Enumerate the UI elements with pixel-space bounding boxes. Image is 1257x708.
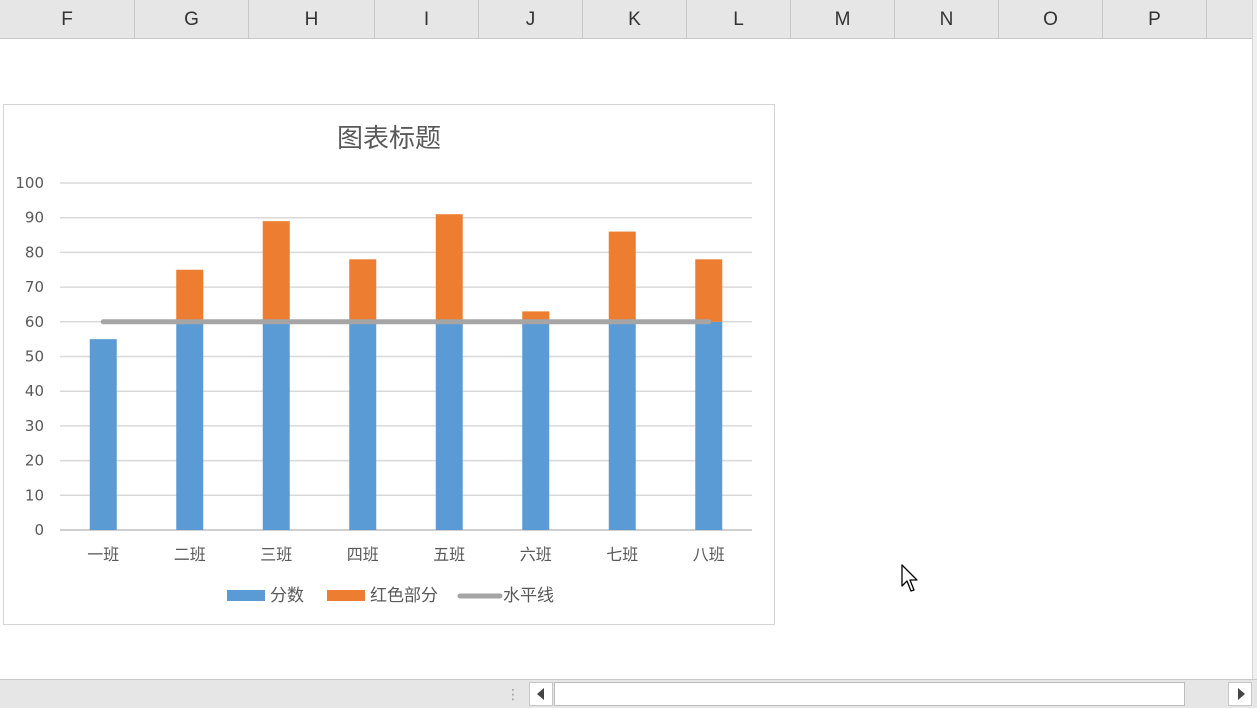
column-header-j[interactable]: J (479, 0, 583, 38)
mouse-pointer-icon (901, 564, 918, 592)
left-arrow-icon (537, 688, 544, 700)
column-header-g[interactable]: G (135, 0, 249, 38)
vertical-scrollbar[interactable] (1252, 0, 1257, 680)
column-header-m[interactable]: M (791, 0, 895, 38)
scroll-right-button[interactable] (1228, 682, 1252, 706)
horizontal-scroll-thumb[interactable] (554, 682, 1185, 706)
scroll-left-button[interactable] (529, 682, 553, 706)
column-header-h[interactable]: H (249, 0, 375, 38)
column-header-bar: F G H I J K L M N O P (0, 0, 1252, 39)
column-header-l[interactable]: L (687, 0, 791, 38)
drag-grip-icon[interactable]: ⋮ (506, 686, 520, 704)
chart-title[interactable]: 图表标题 (0, 118, 778, 155)
column-header-f[interactable]: F (0, 0, 135, 38)
column-header-p[interactable]: P (1103, 0, 1207, 38)
column-header-o[interactable]: O (999, 0, 1103, 38)
right-arrow-icon (1238, 688, 1245, 700)
column-header-i[interactable]: I (375, 0, 479, 38)
column-header-n[interactable]: N (895, 0, 999, 38)
chart-area[interactable] (3, 104, 775, 625)
column-header-k[interactable]: K (583, 0, 687, 38)
horizontal-scroll-bar: ⋮ (0, 679, 1257, 708)
